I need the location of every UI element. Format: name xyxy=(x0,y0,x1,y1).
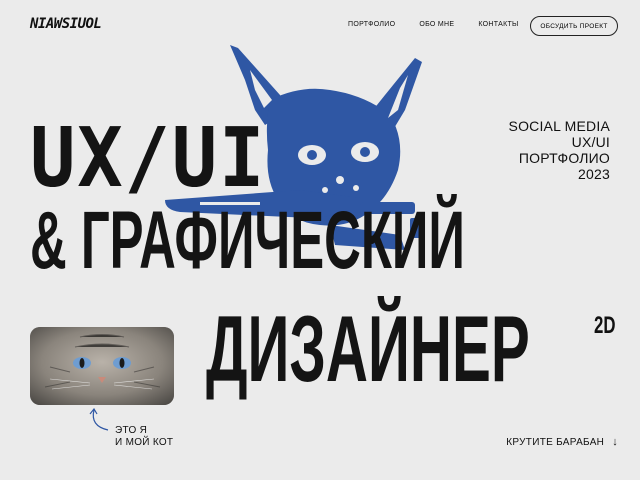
cat-photo xyxy=(30,327,174,405)
hero-line-graphic: & ГРАФИЧЕСКИЙ xyxy=(30,195,465,286)
nav-item-portfolio[interactable]: ПОРТФОЛИО xyxy=(348,21,395,28)
logo[interactable]: NIAWSIUOL xyxy=(30,16,102,32)
hero-line-designer: ДИЗАЙНЕР xyxy=(206,296,530,401)
photo-caption: ЭТО Я И МОЙ КОТ xyxy=(115,425,173,449)
hero-superscript: 2D xyxy=(594,312,616,339)
hero-line-uxui: UX/UI xyxy=(30,111,267,206)
scroll-hint[interactable]: КРУТИТЕ БАРАБАН ↓ xyxy=(506,436,618,448)
side-line: UX/UI xyxy=(571,134,610,150)
arrow-down-icon: ↓ xyxy=(612,436,618,448)
nav-item-about[interactable]: ОБО МНЕ xyxy=(419,21,454,28)
side-line: ПОРТФОЛИО xyxy=(518,150,610,166)
discuss-project-button[interactable]: ОБСУДИТЬ ПРОЕКТ xyxy=(530,16,618,36)
caption-line: ЭТО Я xyxy=(115,425,148,436)
scroll-label: КРУТИТЕ БАРАБАН xyxy=(506,436,605,448)
side-line: 2023 xyxy=(578,166,610,182)
nav-item-contacts[interactable]: КОНТАКТЫ xyxy=(478,21,518,28)
side-line: SOCIAL MEDIA xyxy=(508,118,610,134)
side-info: SOCIAL MEDIA UX/UI ПОРТФОЛИО 2023 xyxy=(509,118,610,182)
top-nav: ПОРТФОЛИО ОБО МНЕ КОНТАКТЫ xyxy=(348,21,519,28)
curved-arrow-icon xyxy=(89,408,109,431)
caption-line: И МОЙ КОТ xyxy=(115,437,174,448)
